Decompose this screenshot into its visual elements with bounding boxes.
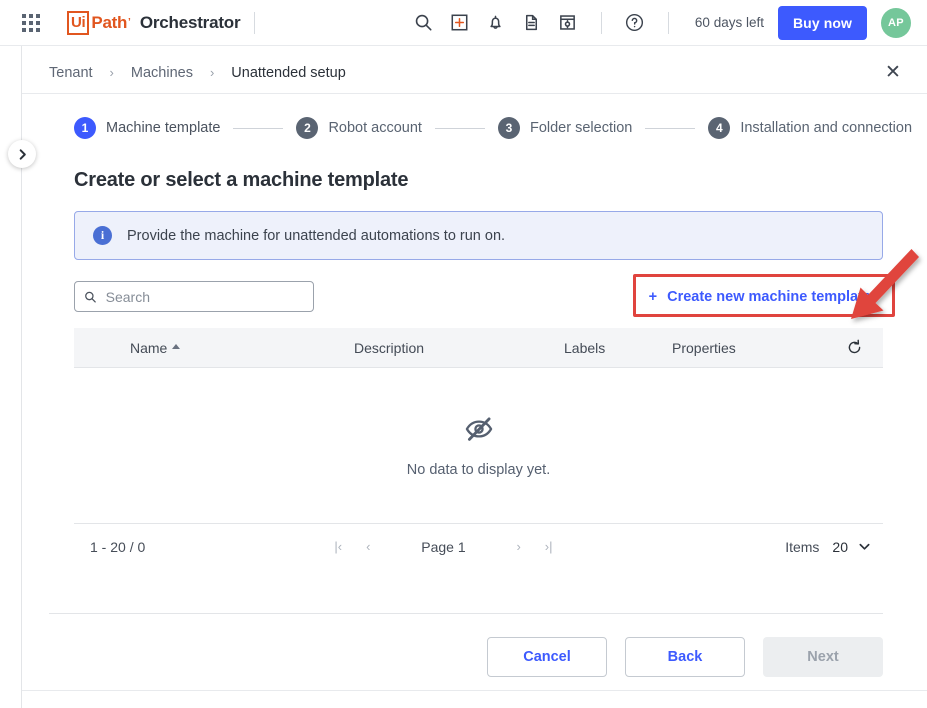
help-circle-icon[interactable] xyxy=(618,6,652,40)
info-banner-text: Provide the machine for unattended autom… xyxy=(127,227,506,244)
column-header-name-label: Name xyxy=(130,339,168,356)
step-installation-and-connection[interactable]: 4 Installation and connection xyxy=(708,117,912,139)
step-label: Installation and connection xyxy=(740,120,913,136)
machine-templates-table: Name Description Labels Properties No da… xyxy=(74,328,883,523)
first-page-button[interactable]: |‹ xyxy=(325,534,351,560)
step-machine-template[interactable]: 1 Machine template xyxy=(74,117,220,139)
step-connector xyxy=(434,127,485,129)
bell-icon[interactable] xyxy=(479,6,513,40)
column-header-description[interactable]: Description xyxy=(354,340,564,356)
search-input[interactable] xyxy=(105,288,304,305)
plus-icon: + xyxy=(648,288,658,305)
page-body: Tenant › Machines › Unattended setup ✕ 1… xyxy=(0,46,927,708)
items-per-page-value: 20 xyxy=(832,538,848,555)
search-icon[interactable] xyxy=(407,6,441,40)
logo-path-text: Path xyxy=(91,12,128,32)
next-button: Next xyxy=(763,637,883,677)
step-folder-selection[interactable]: 3 Folder selection xyxy=(497,117,633,139)
column-header-labels[interactable]: Labels xyxy=(564,340,672,356)
pagination-bar: 1 - 20 / 0 |‹ ‹ Page 1 › ›| Items 20 xyxy=(74,523,883,569)
items-per-page-label: Items xyxy=(785,538,820,555)
info-banner: i Provide the machine for unattended aut… xyxy=(74,211,883,260)
breadcrumb-item-unattended-setup[interactable]: Unattended setup xyxy=(231,65,345,81)
step-robot-account[interactable]: 2 Robot account xyxy=(296,117,422,139)
search-field[interactable] xyxy=(74,281,314,312)
uipath-logo[interactable]: Ui Path ’ Orchestrator xyxy=(67,10,241,35)
step-number: 1 xyxy=(74,117,96,139)
step-number: 4 xyxy=(708,117,731,139)
cancel-button[interactable]: Cancel xyxy=(487,637,607,677)
app-header: Ui Path ’ Orchestrator 60 days left Buy … xyxy=(0,0,927,46)
column-header-properties[interactable]: Properties xyxy=(672,340,780,356)
info-icon: i xyxy=(93,226,112,245)
chevron-down-icon xyxy=(859,543,870,550)
avatar[interactable]: AP xyxy=(881,7,911,38)
eye-off-icon xyxy=(465,417,492,441)
bottom-strip xyxy=(22,690,927,708)
sort-ascending-icon xyxy=(172,344,181,349)
sidebar-expand-button[interactable] xyxy=(8,140,36,168)
items-per-page-group: Items 20 xyxy=(785,539,883,555)
next-page-button[interactable]: › xyxy=(506,534,532,560)
breadcrumb-item-tenant[interactable]: Tenant xyxy=(49,65,93,81)
wizard-footer: Cancel Back Next xyxy=(22,614,927,677)
breadcrumb: Tenant › Machines › Unattended setup ✕ xyxy=(22,52,927,94)
document-icon[interactable] xyxy=(515,6,549,40)
logo-ui-text: Ui xyxy=(67,10,90,35)
step-label: Machine template xyxy=(106,120,221,136)
trial-days-left: 60 days left xyxy=(694,15,764,30)
main-content: Tenant › Machines › Unattended setup ✕ 1… xyxy=(22,46,927,708)
pagination-controls: |‹ ‹ Page 1 › ›| xyxy=(325,534,561,560)
add-box-icon[interactable] xyxy=(443,6,477,40)
step-label: Robot account xyxy=(328,120,422,136)
buy-now-button[interactable]: Buy now xyxy=(777,5,867,40)
step-label: Folder selection xyxy=(529,120,633,136)
breadcrumb-separator: › xyxy=(209,65,215,80)
create-new-machine-template-button[interactable]: + Create new machine template xyxy=(637,282,883,312)
wizard-stepper: 1 Machine template 2 Robot account 3 Fol… xyxy=(22,94,927,139)
header-divider-right xyxy=(667,11,669,34)
logo-trademark-tick: ’ xyxy=(128,17,131,28)
column-header-name[interactable]: Name xyxy=(74,340,354,356)
empty-state-message: No data to display yet. xyxy=(406,462,551,478)
breadcrumb-item-machines[interactable]: Machines xyxy=(131,65,193,81)
product-title: Orchestrator xyxy=(139,12,241,32)
table-header-row: Name Description Labels Properties xyxy=(74,328,883,368)
header-divider-mid xyxy=(600,11,602,34)
header-divider-left xyxy=(254,11,256,34)
apps-grid-icon[interactable] xyxy=(22,13,40,32)
step-number: 3 xyxy=(497,117,520,139)
left-rail xyxy=(0,46,36,708)
current-page-label: Page 1 xyxy=(421,538,466,555)
window-settings-icon[interactable] xyxy=(551,6,585,40)
last-page-button[interactable]: ›| xyxy=(536,534,562,560)
step-connector xyxy=(645,127,696,129)
close-icon[interactable]: ✕ xyxy=(879,59,907,87)
previous-page-button[interactable]: ‹ xyxy=(355,534,381,560)
refresh-icon[interactable] xyxy=(846,339,883,356)
header-actions: 60 days left Buy now AP xyxy=(407,5,927,40)
items-per-page-select[interactable]: 20 xyxy=(832,539,871,555)
pagination-range: 1 - 20 / 0 xyxy=(90,538,146,555)
breadcrumb-separator: › xyxy=(109,65,114,80)
back-button[interactable]: Back xyxy=(625,637,745,677)
step-connector xyxy=(233,127,284,129)
table-actions-row: + Create new machine template xyxy=(74,274,895,317)
step-number: 2 xyxy=(296,117,319,139)
create-button-label: Create new machine template xyxy=(667,288,871,305)
page-title: Create or select a machine template xyxy=(74,169,409,191)
table-empty-state: No data to display yet. xyxy=(74,368,883,523)
search-icon xyxy=(85,291,96,303)
